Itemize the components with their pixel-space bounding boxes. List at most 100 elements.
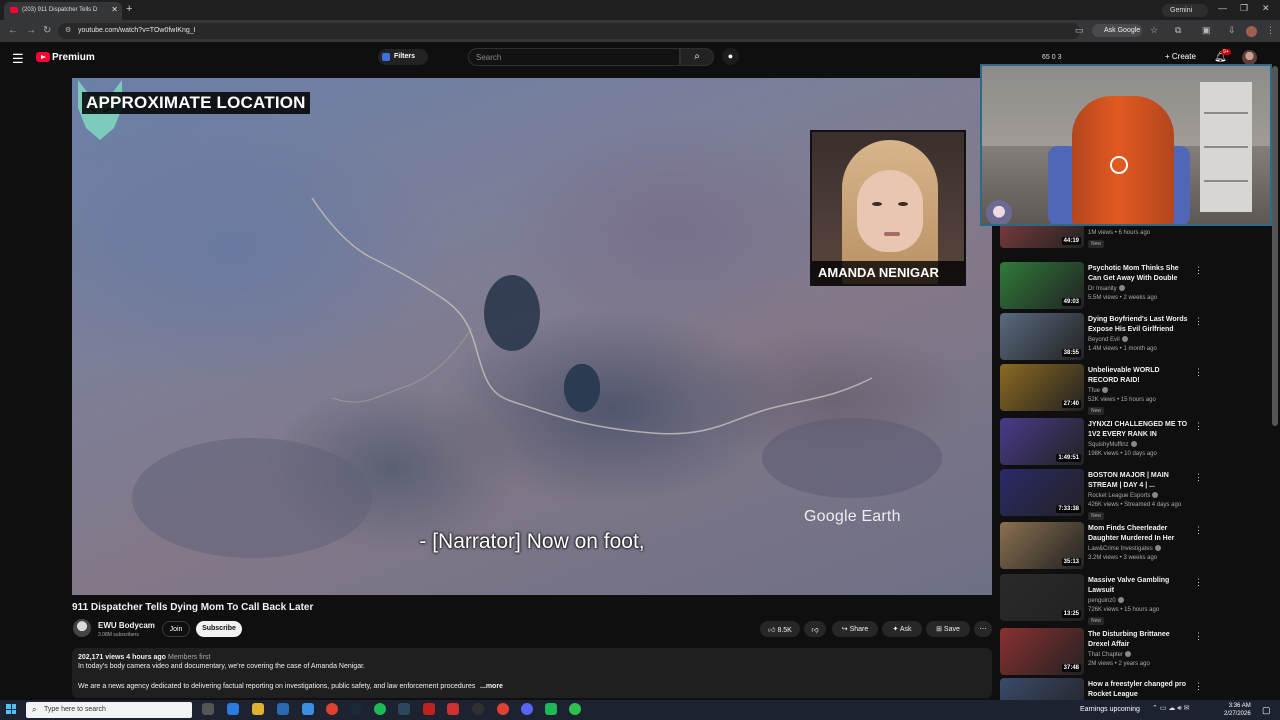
recommendation-item[interactable]: How a freestyler changed pro Rocket Leag… <box>998 678 1280 700</box>
steam-icon[interactable] <box>350 703 362 715</box>
maximize-button[interactable]: ❐ <box>1240 3 1248 14</box>
recommendation-channel[interactable]: Tfue <box>1088 387 1109 394</box>
more-options-icon[interactable]: ⋮ <box>1194 472 1203 483</box>
video-thumbnail[interactable]: 44:19 <box>1000 226 1084 248</box>
youtube-premium-logo[interactable]: Premium <box>52 52 95 63</box>
share-button[interactable]: ↪ Share <box>832 621 878 637</box>
video-thumbnail[interactable]: 27:40 <box>1000 364 1084 411</box>
more-options-icon[interactable]: ⋮ <box>1194 631 1203 642</box>
channel-avatar[interactable] <box>73 619 91 637</box>
recommendation-title[interactable]: How a freestyler changed pro Rocket Leag… <box>1088 680 1188 699</box>
recommendation-title[interactable]: Dying Boyfriend's Last Words Expose His … <box>1088 315 1188 334</box>
dislike-button[interactable]: 👎︎ <box>804 621 826 637</box>
video-thumbnail[interactable]: 1:49:51 <box>1000 418 1084 465</box>
earnings-widget[interactable]: Earnings upcoming <box>1080 706 1140 713</box>
new-tab-button[interactable]: + <box>126 3 132 15</box>
reload-icon[interactable]: ↻ <box>43 25 51 36</box>
recommendation-channel[interactable]: Dr Insanity <box>1088 285 1125 292</box>
recommendation-title[interactable]: Massive Valve Gambling Lawsuit <box>1088 576 1188 595</box>
omnibox[interactable] <box>58 23 1080 39</box>
sidepanel-icon[interactable]: ▣ <box>1202 25 1211 36</box>
search-button[interactable]: ⌕ <box>680 48 714 66</box>
recommendation-channel[interactable]: Beyond Evil <box>1088 336 1128 343</box>
more-options-icon[interactable]: ⋮ <box>1194 681 1203 692</box>
browser-tab[interactable]: (203) 911 Dispatcher Tells D ✕ <box>4 2 122 20</box>
profile-avatar[interactable] <box>1246 26 1257 37</box>
close-window-button[interactable]: ✕ <box>1262 3 1270 14</box>
recommendation-title[interactable]: Unbelievable WORLD RECORD RAID! <box>1088 366 1188 385</box>
windows-start-icon[interactable] <box>6 704 16 714</box>
filters-button[interactable]: Filters <box>378 49 428 65</box>
taskbar-search-input[interactable]: ⌕ Type here to search <box>26 702 192 718</box>
recommendation-item[interactable]: 13:25 Massive Valve Gambling Lawsuit pengu… <box>998 574 1280 628</box>
gemini-button[interactable]: Gemini <box>1162 4 1208 17</box>
video-thumbnail[interactable] <box>1000 678 1084 700</box>
recommendation-item[interactable]: 38:55 Dying Boyfriend's Last Words Expose… <box>998 313 1280 367</box>
file-explorer-icon[interactable] <box>252 703 264 715</box>
notification-center-icon[interactable]: ▢ <box>1262 705 1271 716</box>
channel-name[interactable]: EWU Bodycam <box>98 621 155 630</box>
steam-app-icon[interactable] <box>398 703 410 715</box>
minimize-button[interactable]: — <box>1218 3 1227 13</box>
video-thumbnail[interactable]: 38:55 <box>1000 313 1084 360</box>
video-thumbnail[interactable]: 49:03 <box>1000 262 1084 309</box>
hamburger-menu-icon[interactable]: ☰ <box>12 51 24 67</box>
recommendation-item[interactable]: 35:13 Mom Finds Cheerleader Daughter Murd… <box>998 522 1280 576</box>
recommendation-item[interactable]: 49:03 Psychotic Mom Thinks She Can Get Aw… <box>998 262 1280 316</box>
youtube-logo-icon[interactable] <box>36 52 50 62</box>
recommendation-channel[interactable]: Law&Crime Investigates <box>1088 545 1161 552</box>
obs-icon[interactable] <box>472 703 484 715</box>
recommendation-title[interactable]: BOSTON MAJOR | MAIN STREAM | DAY 4 | ... <box>1088 471 1188 490</box>
like-button[interactable]: 👍︎ 8.5K <box>760 621 800 637</box>
recommendation-channel[interactable]: SquishyMuffinz <box>1088 441 1137 448</box>
video-thumbnail[interactable]: 37:48 <box>1000 628 1084 675</box>
app-icon-2[interactable] <box>569 703 581 715</box>
more-options-icon[interactable]: ⋮ <box>1194 316 1203 327</box>
recommendation-channel[interactable]: Rocket League Esports <box>1088 492 1159 499</box>
taskbar-clock[interactable]: 3:36 AM 2/27/2026 <box>1224 702 1251 718</box>
extensions-icon[interactable]: ⧉ <box>1175 25 1181 36</box>
recommendation-title[interactable]: Psychotic Mom Thinks She Can Get Away Wi… <box>1088 264 1188 283</box>
cast-icon[interactable]: ▭ <box>1075 25 1084 36</box>
more-options-icon[interactable]: ⋮ <box>1194 421 1203 432</box>
show-more-link[interactable]: ...more <box>480 683 503 690</box>
url-text[interactable]: youtube.com/watch?v=TOw0fwIKng_I <box>78 27 196 34</box>
spotify-icon[interactable] <box>374 703 386 715</box>
video-player[interactable]: APPROXIMATE LOCATION AMANDA NENIGAR - [N… <box>72 78 992 595</box>
bookmark-star-icon[interactable]: ☆ <box>1150 25 1158 36</box>
video-thumbnail[interactable]: 35:13 <box>1000 522 1084 569</box>
voice-search-button[interactable]: ● <box>722 48 739 65</box>
chrome-active-icon[interactable] <box>497 703 509 715</box>
recommendation-item[interactable]: 37:48 The Disturbing Brittanee Drexel Aff… <box>998 628 1280 682</box>
recommendation-title[interactable]: Mom Finds Cheerleader Daughter Murdered … <box>1088 524 1188 543</box>
ask-button[interactable]: ✦ Ask <box>882 621 922 637</box>
recommendation-item[interactable]: 27:40 Unbelievable WORLD RECORD RAID! Tfue… <box>998 364 1280 418</box>
store-icon[interactable] <box>302 703 314 715</box>
save-button[interactable]: ⊞ Save <box>926 621 970 637</box>
join-button[interactable]: Join <box>162 621 190 637</box>
app-green-icon[interactable] <box>545 703 557 715</box>
subscribe-button[interactable]: Subscribe <box>196 621 242 637</box>
app-icon[interactable] <box>423 703 435 715</box>
valorant-icon[interactable] <box>447 703 459 715</box>
system-tray-icons[interactable]: ⌃ ▭ ☁ 🔊︎ ✉ <box>1152 704 1190 713</box>
back-icon[interactable]: ← <box>8 25 18 36</box>
task-view-icon[interactable] <box>202 703 214 715</box>
chrome-icon[interactable] <box>326 703 338 715</box>
more-options-icon[interactable]: ⋮ <box>1194 367 1203 378</box>
recommendation-channel[interactable]: Druski <box>1088 226 1113 227</box>
ask-google-button[interactable]: Ask Google <box>1092 24 1142 37</box>
browser-menu-icon[interactable]: ⋮ <box>1266 25 1275 36</box>
recommendation-channel[interactable]: penguinz0 <box>1088 597 1124 604</box>
forward-icon[interactable]: → <box>26 25 36 36</box>
tab-close-icon[interactable]: ✕ <box>111 5 118 14</box>
recommendation-item[interactable]: 1:49:51 JYNXZI CHALLENGED ME TO 1V2 EVERY… <box>998 418 1280 472</box>
user-avatar[interactable] <box>1242 50 1257 65</box>
download-icon[interactable]: ⇩ <box>1228 25 1236 36</box>
more-options-icon[interactable]: ⋮ <box>1194 525 1203 536</box>
site-info-icon[interactable]: ⚙ <box>65 26 71 34</box>
recommendation-title[interactable]: The Disturbing Brittanee Drexel Affair <box>1088 630 1188 649</box>
discord-icon[interactable] <box>521 703 533 715</box>
more-options-icon[interactable]: ⋮ <box>1194 265 1203 276</box>
more-options-icon[interactable]: ⋮ <box>1194 577 1203 588</box>
